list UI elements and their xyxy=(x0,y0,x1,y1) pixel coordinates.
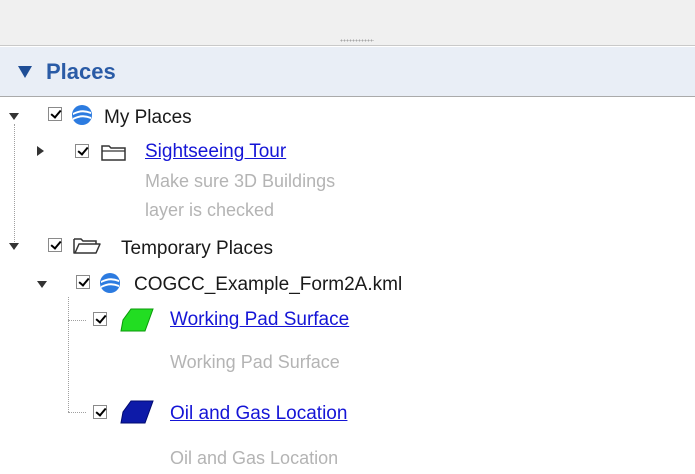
working-pad-checkbox[interactable] xyxy=(93,312,107,326)
panel-title: Places xyxy=(46,58,116,84)
earth-icon xyxy=(72,105,92,125)
sightseeing-tour-link[interactable]: Sightseeing Tour xyxy=(145,141,286,163)
kml-file-checkbox[interactable] xyxy=(76,275,90,289)
my-places-label: My Places xyxy=(104,107,192,128)
working-pad-link[interactable]: Working Pad Surface xyxy=(170,309,349,331)
earth-icon xyxy=(100,273,120,293)
sightseeing-description-line2: layer is checked xyxy=(145,200,275,220)
expand-right-icon[interactable] xyxy=(37,146,44,156)
green-polygon-icon xyxy=(120,308,154,332)
top-strip xyxy=(0,0,695,46)
temporary-places-checkbox[interactable] xyxy=(48,238,62,252)
collapse-arrow-icon[interactable] xyxy=(18,65,32,78)
expand-down-icon[interactable] xyxy=(9,113,19,120)
tree-connector xyxy=(68,412,86,413)
blue-polygon-icon xyxy=(120,400,154,424)
oil-gas-checkbox[interactable] xyxy=(93,405,107,419)
kml-file-label: COGCC_Example_Form2A.kml xyxy=(134,274,403,295)
expand-down-icon[interactable] xyxy=(37,281,47,288)
tree-connector xyxy=(14,124,15,246)
splitter-grip[interactable] xyxy=(340,39,374,42)
sightseeing-description-line1: Make sure 3D Buildings xyxy=(145,171,336,191)
open-folder-icon xyxy=(73,238,101,254)
folder-icon xyxy=(101,145,126,161)
tree-connector xyxy=(68,297,69,412)
sightseeing-checkbox[interactable] xyxy=(75,144,89,158)
tree-connector xyxy=(68,320,86,321)
oil-gas-link[interactable]: Oil and Gas Location xyxy=(170,403,347,425)
my-places-checkbox[interactable] xyxy=(48,107,62,121)
oil-gas-description: Oil and Gas Location xyxy=(170,448,339,468)
working-pad-description: Working Pad Surface xyxy=(170,352,340,372)
expand-down-icon[interactable] xyxy=(9,243,19,250)
temporary-places-label: Temporary Places xyxy=(121,238,274,259)
places-panel-header[interactable]: Places xyxy=(0,47,695,97)
